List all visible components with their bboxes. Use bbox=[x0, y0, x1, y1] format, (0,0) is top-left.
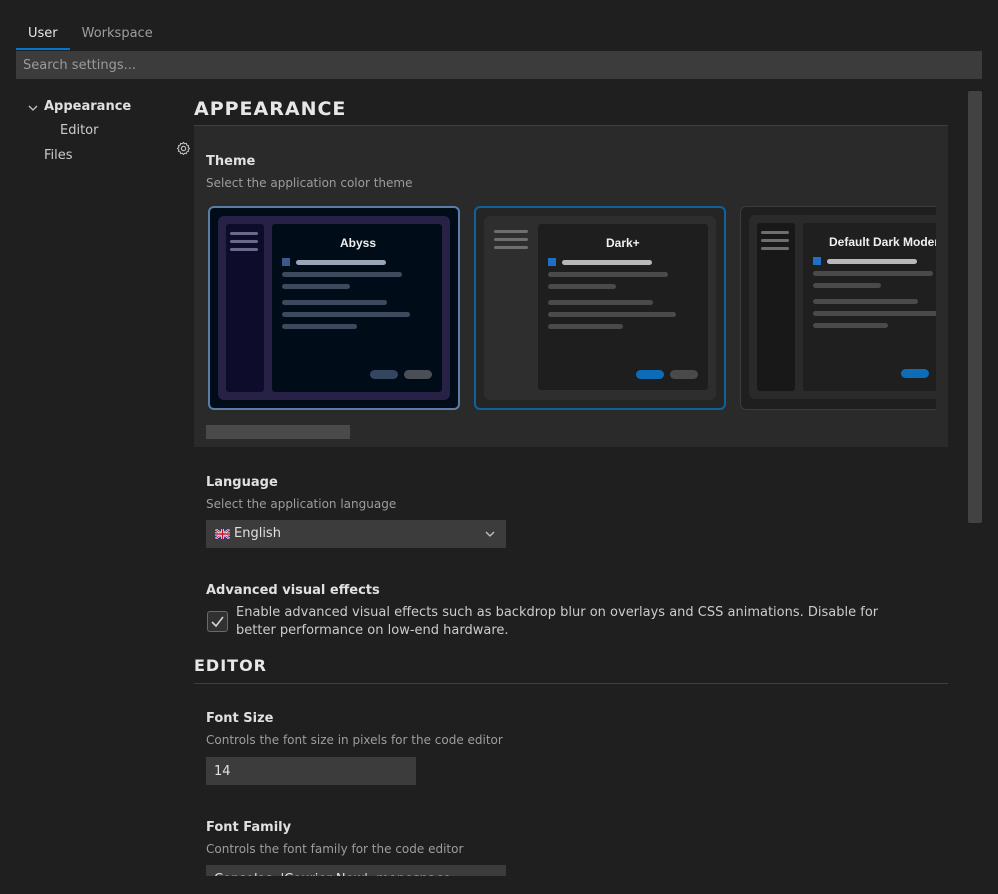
dark-plus-preview-icon bbox=[484, 216, 716, 400]
tab-user[interactable]: User bbox=[16, 22, 70, 50]
abyss-preview-icon bbox=[218, 216, 450, 400]
settings-main: APPEARANCE Theme Select the application … bbox=[194, 90, 948, 876]
theme-setting: Theme Select the application color theme bbox=[194, 126, 948, 447]
theme-cards: Abyss Dark+ Default Dark Modern bbox=[208, 206, 936, 410]
theme-name: Dark+ bbox=[606, 236, 640, 250]
vertical-scrollbar[interactable] bbox=[968, 91, 982, 523]
font-size-description: Controls the font size in pixels for the… bbox=[206, 733, 503, 747]
theme-card-default-dark-modern[interactable]: Default Dark Modern bbox=[740, 206, 936, 410]
font-family-label: Font Family bbox=[206, 820, 292, 835]
gear-icon[interactable] bbox=[176, 141, 191, 156]
theme-name: Default Dark Modern bbox=[829, 235, 936, 249]
theme-card-abyss[interactable]: Abyss bbox=[208, 206, 460, 410]
font-family-input[interactable] bbox=[206, 865, 506, 876]
visual-effects-checkbox[interactable] bbox=[207, 611, 228, 632]
uk-flag-icon bbox=[215, 528, 230, 539]
theme-name: Abyss bbox=[340, 236, 377, 250]
tree-item-appearance[interactable]: Appearance bbox=[44, 96, 131, 118]
tree-item-files[interactable]: Files bbox=[44, 145, 73, 167]
language-description: Select the application language bbox=[206, 497, 397, 511]
font-size-input[interactable] bbox=[206, 757, 416, 785]
check-icon bbox=[211, 616, 224, 628]
language-value: English bbox=[234, 526, 281, 541]
search-input[interactable] bbox=[16, 51, 982, 79]
theme-label: Theme bbox=[206, 154, 256, 169]
language-label: Language bbox=[206, 475, 278, 490]
theme-cards-scrollbar[interactable] bbox=[206, 425, 350, 439]
chevron-down-icon bbox=[485, 531, 495, 537]
settings-tabs: User Workspace bbox=[16, 22, 165, 50]
theme-card-dark-plus[interactable]: Dark+ bbox=[474, 206, 726, 410]
editor-heading: EDITOR bbox=[194, 656, 267, 675]
visual-effects-description: Enable advanced visual effects such as b… bbox=[236, 605, 879, 638]
divider bbox=[194, 683, 948, 684]
language-select[interactable]: English bbox=[206, 520, 506, 548]
appearance-heading: APPEARANCE bbox=[194, 98, 347, 120]
visual-effects-label: Advanced visual effects bbox=[206, 583, 380, 598]
theme-description: Select the application color theme bbox=[206, 176, 413, 190]
tab-workspace[interactable]: Workspace bbox=[70, 22, 165, 50]
chevron-down-icon[interactable] bbox=[28, 103, 38, 113]
font-size-label: Font Size bbox=[206, 711, 274, 726]
font-family-description: Controls the font family for the code ed… bbox=[206, 842, 464, 856]
tree-item-editor[interactable]: Editor bbox=[60, 120, 98, 142]
